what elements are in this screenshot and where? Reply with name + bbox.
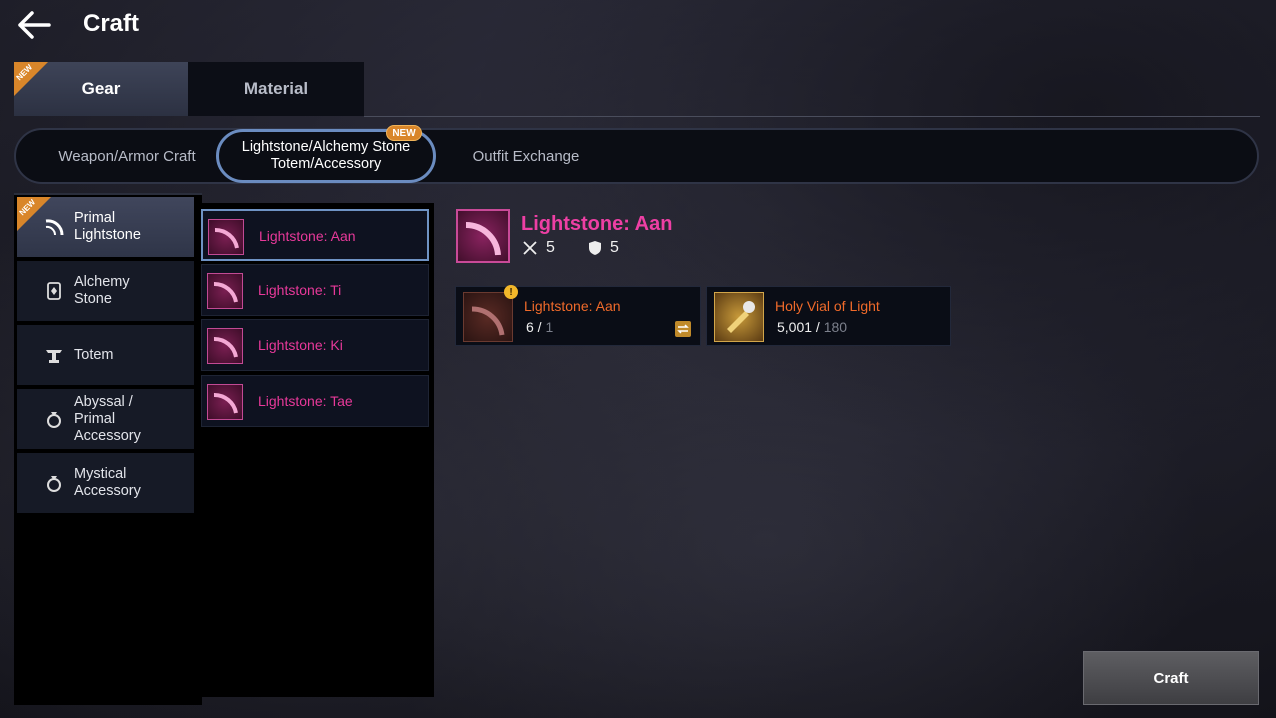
ring-icon <box>43 472 65 494</box>
lightstone-thumb <box>207 328 243 364</box>
arc-icon <box>43 216 65 238</box>
ring-icon <box>43 408 65 430</box>
category-mystical-accessory[interactable]: Mystical Accessory <box>17 453 194 513</box>
category-abyssal-primal-accessory[interactable]: Abyssal / Primal Accessory <box>17 389 194 449</box>
subtab-line1: Lightstone/Alchemy Stone <box>241 139 411 155</box>
item-lightstone-ki[interactable]: Lightstone: Ki <box>201 319 429 371</box>
attack-stat: 5 <box>522 239 555 257</box>
material-card[interactable]: Holy Vial of Light 5,001 / 180 <box>706 286 951 346</box>
tab-material[interactable]: Material <box>188 62 364 116</box>
lightstone-thumb <box>207 384 243 420</box>
tab-gear[interactable]: NEW Gear <box>14 62 188 116</box>
material-name: Lightstone: Aan <box>524 298 621 314</box>
lightstone-material-thumb <box>463 292 513 342</box>
back-button[interactable] <box>16 9 52 41</box>
alert-icon: ! <box>504 285 518 299</box>
material-card[interactable]: ! Lightstone: Aan 6 / 1 <box>455 285 701 346</box>
tab-divider <box>364 116 1260 117</box>
item-name: Lightstone: Ti <box>258 282 342 298</box>
tab-gear-label: Gear <box>81 79 121 98</box>
new-badge: NEW <box>386 125 422 141</box>
item-lightstone-ti[interactable]: Lightstone: Ti <box>201 264 429 316</box>
sub-tabs: Weapon/Armor Craft Lightstone/Alchemy St… <box>14 125 1259 184</box>
material-quantity: 6 / 1 <box>526 319 554 335</box>
stone-icon <box>43 280 65 302</box>
item-lightstone-aan[interactable]: Lightstone: Aan <box>201 209 429 261</box>
category-totem[interactable]: Totem <box>17 325 194 385</box>
category-primal-lightstone[interactable]: NEW Primal Lightstone <box>17 197 194 257</box>
totem-icon <box>43 344 65 366</box>
page-title: Craft <box>83 10 140 37</box>
vial-thumb <box>714 292 764 342</box>
item-name: Lightstone: Tae <box>258 393 353 409</box>
material-name: Holy Vial of Light <box>775 298 880 314</box>
exchange-icon <box>677 324 689 334</box>
subtab-outfit-exchange[interactable]: Outfit Exchange <box>456 130 596 182</box>
item-list: Lightstone: Aan Lightstone: Ti Lightston… <box>198 203 434 697</box>
detail-item-name: Lightstone: Aan <box>521 213 673 235</box>
arrow-left-icon <box>18 11 51 39</box>
category-alchemy-stone[interactable]: Alchemy Stone <box>17 261 194 321</box>
material-quantity: 5,001 / 180 <box>777 319 848 335</box>
craft-button[interactable]: Craft <box>1083 651 1259 705</box>
item-lightstone-tae[interactable]: Lightstone: Tae <box>201 375 429 427</box>
exchange-button[interactable] <box>675 321 691 337</box>
category-list: NEW Primal Lightstone Alchemy Stone Tote… <box>14 193 202 705</box>
subtab-weapon-armor-craft[interactable]: Weapon/Armor Craft <box>46 130 208 182</box>
tab-material-label: Material <box>243 79 309 98</box>
defense-stat: 5 <box>588 239 619 257</box>
lightstone-thumb <box>208 219 244 255</box>
lightstone-thumb <box>207 273 243 309</box>
detail-item-icon <box>456 209 510 263</box>
item-name: Lightstone: Aan <box>259 228 356 244</box>
item-name: Lightstone: Ki <box>258 337 343 353</box>
header: Craft <box>0 0 600 50</box>
main-tabs: NEW Gear Material <box>14 62 364 116</box>
subtab-line2: Totem/Accessory <box>270 156 382 172</box>
new-corner-badge: NEW <box>14 62 48 96</box>
crossed-swords-icon <box>523 241 537 255</box>
shield-icon <box>589 241 601 255</box>
